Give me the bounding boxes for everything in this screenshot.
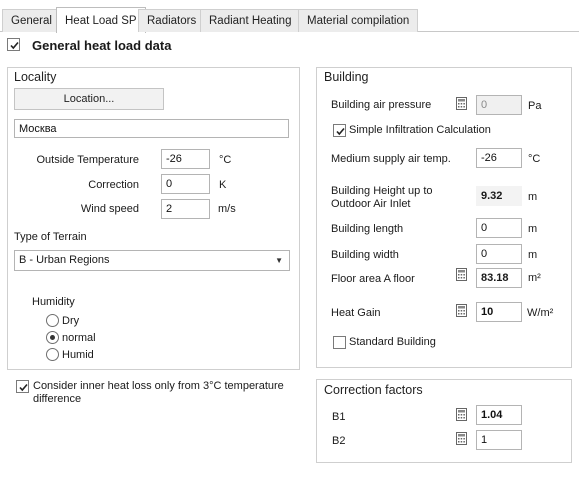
general-heat-load-checkbox[interactable] — [7, 38, 20, 51]
dropdown-arrow-icon: ▼ — [275, 256, 283, 265]
humidity-label: Humidity — [32, 296, 75, 308]
simple-infiltration-label: Simple Infiltration Calculation — [349, 124, 491, 136]
check-icon — [19, 383, 28, 392]
humidity-normal-radio[interactable] — [46, 331, 59, 344]
wind-speed-unit: m/s — [218, 203, 236, 215]
floor-area-label: Floor area A floor — [331, 273, 415, 285]
supply-air-temp-label: Medium supply air temp. — [331, 153, 451, 165]
b1-label: B1 — [332, 411, 346, 423]
tab-material-compilation[interactable]: Material compilation — [298, 9, 419, 32]
supply-air-temp-unit: °C — [528, 153, 541, 165]
calculator-icon[interactable] — [456, 432, 467, 445]
calculator-icon[interactable] — [456, 268, 467, 281]
building-length-label: Building length — [331, 223, 404, 235]
outside-temperature-input[interactable] — [161, 149, 210, 169]
tab-radiators[interactable]: Radiators — [138, 9, 206, 32]
building-length-unit: m — [528, 223, 538, 235]
check-icon — [10, 41, 19, 50]
humidity-normal-label: normal — [62, 332, 96, 344]
standard-building-checkbox[interactable] — [333, 336, 346, 349]
building-width-label: Building width — [331, 249, 399, 261]
check-icon — [336, 127, 345, 136]
outside-temperature-label: Outside Temperature — [36, 154, 139, 166]
building-title: Building — [324, 70, 369, 84]
building-height-label-line2: Outdoor Air Inlet — [331, 198, 411, 210]
floor-area-value: 83.18 — [476, 268, 522, 288]
building-height-unit: m — [528, 191, 538, 203]
building-width-unit: m — [528, 249, 538, 261]
city-input[interactable] — [14, 119, 289, 138]
building-length-input[interactable] — [476, 218, 522, 238]
floor-area-unit: m² — [528, 272, 541, 284]
air-pressure-unit: Pa — [528, 100, 542, 112]
location-button[interactable]: Location... — [14, 88, 164, 110]
b1-input[interactable] — [476, 405, 522, 425]
simple-infiltration-checkbox[interactable] — [333, 124, 346, 137]
calculator-icon[interactable] — [456, 304, 467, 317]
supply-air-temp-input[interactable] — [476, 148, 522, 168]
humidity-dry-radio[interactable] — [46, 314, 59, 327]
calculator-icon[interactable] — [456, 97, 467, 110]
building-group — [316, 67, 572, 368]
building-height-value: 9.32 — [476, 186, 522, 206]
tab-heat-load-sp[interactable]: Heat Load SP — [56, 7, 146, 33]
heat-gain-input[interactable] — [476, 302, 522, 322]
inner-heat-loss-checkbox[interactable] — [16, 380, 29, 393]
terrain-select[interactable]: B - Urban Regions ▼ — [14, 250, 290, 271]
correction-factors-title: Correction factors — [324, 383, 423, 397]
tab-bar: General Heat Load SP Radiators Radiant H… — [0, 0, 579, 33]
inner-heat-loss-label: Consider inner heat loss only from 3°C t… — [33, 380, 284, 405]
air-pressure-label: Building air pressure — [331, 99, 432, 111]
heat-gain-unit: W/m² — [527, 307, 554, 319]
correction-label: Correction — [88, 179, 139, 191]
tab-general[interactable]: General — [2, 9, 61, 32]
standard-building-label: Standard Building — [349, 336, 436, 348]
page-title: General heat load data — [32, 38, 172, 53]
locality-title: Locality — [14, 70, 57, 84]
tab-radiant-heating[interactable]: Radiant Heating — [200, 9, 301, 32]
building-width-input[interactable] — [476, 244, 522, 264]
b2-input[interactable] — [476, 430, 522, 450]
calculator-icon[interactable] — [456, 408, 467, 421]
heat-gain-label: Heat Gain — [331, 307, 381, 319]
wind-speed-input[interactable] — [161, 199, 210, 219]
b2-label: B2 — [332, 435, 346, 447]
building-height-label-line1: Building Height up to — [331, 185, 433, 197]
correction-unit: K — [219, 179, 227, 191]
humidity-dry-label: Dry — [62, 315, 80, 327]
humidity-humid-label: Humid — [62, 349, 94, 361]
wind-speed-label: Wind speed — [80, 203, 139, 215]
outside-temperature-unit: °C — [219, 154, 232, 166]
humidity-humid-radio[interactable] — [46, 348, 59, 361]
terrain-label: Type of Terrain — [14, 231, 87, 243]
terrain-selected-value: B - Urban Regions — [19, 254, 110, 266]
air-pressure-input[interactable] — [476, 95, 522, 115]
correction-input[interactable] — [161, 174, 210, 194]
